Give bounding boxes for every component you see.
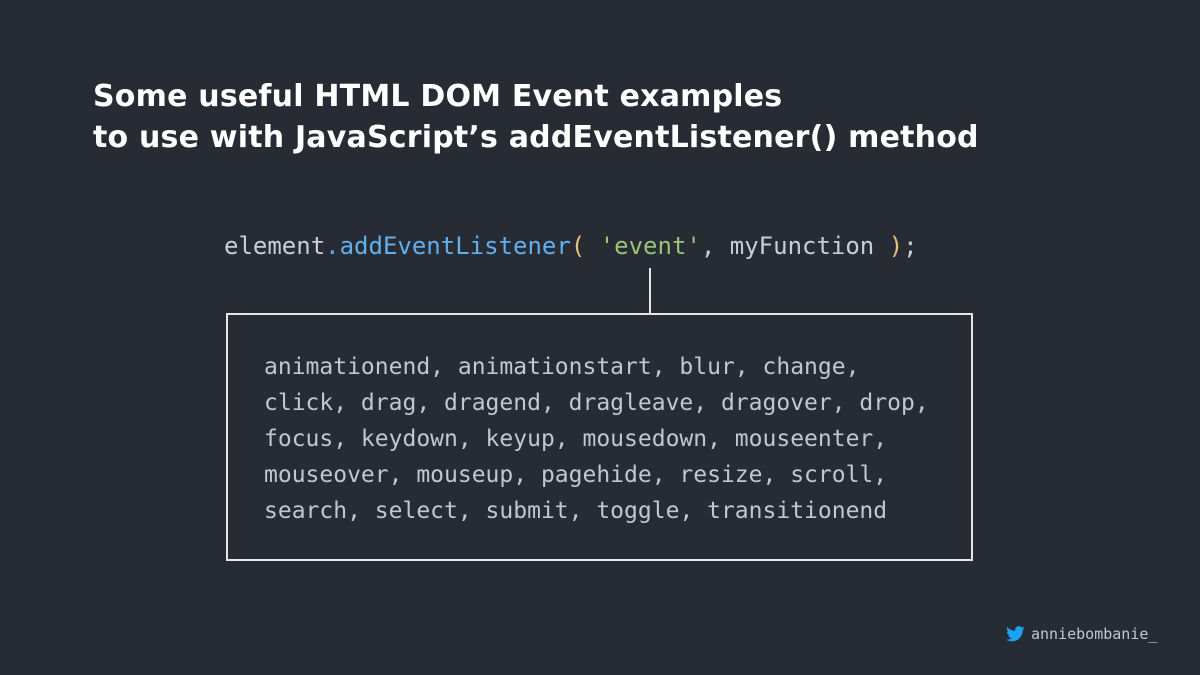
code-method: addEventListener <box>339 232 571 260</box>
page-title: Some useful HTML DOM Event examples to u… <box>93 76 979 158</box>
title-line-2: to use with JavaScript’s addEventListene… <box>93 120 979 155</box>
code-snippet: element.addEventListener( 'event', myFun… <box>224 230 918 262</box>
title-line-1: Some useful HTML DOM Event examples <box>93 79 783 114</box>
code-argument: myFunction <box>729 232 875 260</box>
code-comma: , <box>700 232 730 260</box>
code-object: element <box>224 232 326 260</box>
twitter-bird-icon <box>1006 626 1025 642</box>
connector-line <box>649 268 651 314</box>
code-semicolon: ; <box>903 232 918 260</box>
events-line: animationend, animationstart, blur, chan… <box>264 354 860 380</box>
events-line: search, select, submit, toggle, transiti… <box>264 498 888 524</box>
events-line: click, drag, dragend, dragleave, dragove… <box>264 390 929 416</box>
author-credit: anniebombanie_ <box>1006 625 1157 643</box>
code-open-paren: ( <box>570 232 586 260</box>
events-line: mouseover, mouseup, pagehide, resize, sc… <box>264 462 888 488</box>
events-box: animationend, animationstart, blur, chan… <box>226 313 973 561</box>
events-list: animationend, animationstart, blur, chan… <box>264 349 929 529</box>
events-line: focus, keydown, keyup, mousedown, mousee… <box>264 426 888 452</box>
code-close-paren: ) <box>888 232 904 260</box>
code-dot: . <box>325 232 340 260</box>
author-handle: anniebombanie_ <box>1031 625 1158 643</box>
code-event-string: 'event' <box>599 232 701 260</box>
